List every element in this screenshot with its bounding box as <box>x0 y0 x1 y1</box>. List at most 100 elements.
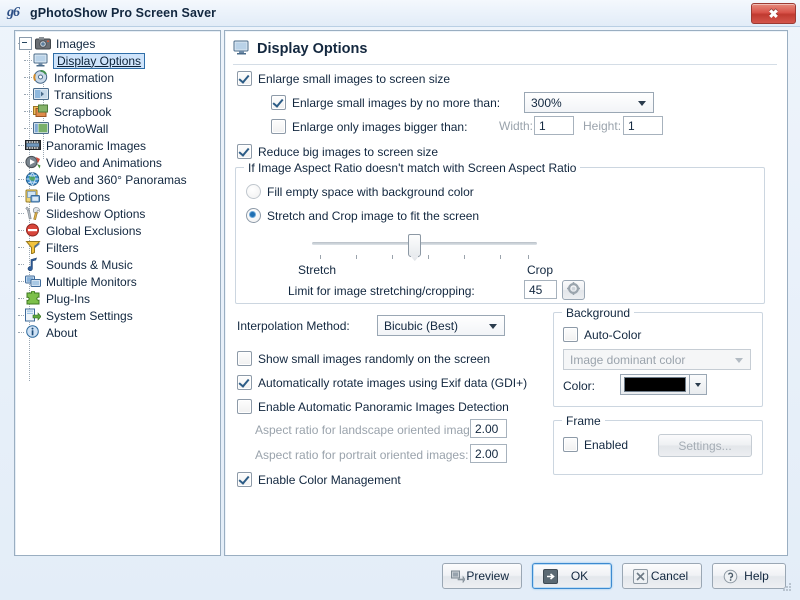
chevron-down-icon <box>695 382 701 387</box>
enlarge-percent-combo[interactable]: 300% <box>524 92 654 113</box>
stretch-crop-slider[interactable] <box>312 234 537 264</box>
frame-enabled-checkbox[interactable] <box>563 437 578 452</box>
aspect-landscape-input[interactable]: 2.00 <box>470 419 507 438</box>
enlarge-only-bigger-checkbox[interactable] <box>271 119 286 134</box>
puzzle-icon <box>25 290 41 306</box>
color-picker-button[interactable] <box>620 374 690 395</box>
sidebar-item-label: Slideshow Options <box>46 206 146 221</box>
background-group-title: Background <box>562 306 635 320</box>
panoramic-detect-row[interactable]: Enable Automatic Panoramic Images Detect… <box>237 399 509 414</box>
frame-settings-button[interactable]: Settings... <box>658 434 752 457</box>
reduce-big-checkbox[interactable] <box>237 144 252 159</box>
color-management-row[interactable]: Enable Color Management <box>237 472 401 487</box>
enlarge-only-bigger-row[interactable]: Enlarge only images bigger than: <box>271 119 467 134</box>
height-input[interactable]: 1 <box>623 116 663 135</box>
monitors-icon <box>25 274 41 289</box>
sidebar-item-global-exclusions[interactable]: Global Exclusions <box>18 222 220 239</box>
enlarge-small-row[interactable]: Enlarge small images to screen size <box>237 71 450 86</box>
funnel-icon <box>25 240 41 255</box>
dominant-color-combo[interactable]: Image dominant color <box>563 349 751 370</box>
sidebar-item-filters[interactable]: Filters <box>18 239 220 256</box>
sidebar-item-multiple-monitors[interactable]: Multiple Monitors <box>18 273 220 290</box>
photowall-icon <box>33 121 49 136</box>
sidebar-item-label: Multiple Monitors <box>46 274 137 289</box>
panoramic-detect-checkbox[interactable] <box>237 399 252 414</box>
frame-group-title: Frame <box>562 414 605 428</box>
enlarge-small-label: Enlarge small images to screen size <box>258 71 451 86</box>
sidebar-item-label: Display Options <box>53 52 146 69</box>
resize-grip[interactable] <box>781 581 793 593</box>
no-entry-icon <box>25 223 41 238</box>
auto-color-row[interactable]: Auto-Color <box>563 327 641 342</box>
reduce-big-row[interactable]: Reduce big images to screen size <box>237 144 438 159</box>
sidebar-item-file-options[interactable]: File Options <box>18 188 220 205</box>
sidebar-item-scrapbook[interactable]: Scrapbook <box>19 103 220 120</box>
preview-button[interactable]: Preview <box>442 563 522 589</box>
help-label: Help <box>744 569 769 583</box>
app-window: g6 gPhotoShow Pro Screen Saver ✖ Images D… <box>0 0 800 600</box>
width-label: Width: <box>499 119 534 133</box>
sidebar-item-information[interactable]: Information <box>19 69 220 86</box>
sidebar-item-label: Panoramic Images <box>46 138 147 153</box>
ok-button[interactable]: OK <box>532 563 612 589</box>
slider-track <box>312 242 537 245</box>
sidebar-item-about[interactable]: About <box>18 324 220 341</box>
auto-color-label: Auto-Color <box>584 327 642 342</box>
auto-rotate-checkbox[interactable] <box>237 375 252 390</box>
interpolation-combo[interactable]: Bicubic (Best) <box>377 315 505 336</box>
sidebar-item-label: File Options <box>46 189 111 204</box>
monitor-icon <box>233 40 250 58</box>
enlarge-only-bigger-label: Enlarge only images bigger than: <box>292 119 468 134</box>
aspect-portrait-input[interactable]: 2.00 <box>470 444 507 463</box>
slider-thumb[interactable] <box>408 234 422 257</box>
enlarge-no-more-row[interactable]: Enlarge small images by no more than: <box>271 95 500 110</box>
help-button[interactable]: Help <box>712 563 786 589</box>
sidebar-item-system-settings[interactable]: System Settings <box>18 307 220 324</box>
color-dropdown-button[interactable] <box>690 374 707 395</box>
color-management-checkbox[interactable] <box>237 472 252 487</box>
limit-input[interactable]: 45 <box>524 280 557 299</box>
width-input[interactable]: 1 <box>534 116 574 135</box>
sidebar-item-transitions[interactable]: Transitions <box>19 86 220 103</box>
sidebar-item-slideshow-options[interactable]: Slideshow Options <box>18 205 220 222</box>
limit-label: Limit for image stretching/cropping: <box>288 284 475 298</box>
slider-right-label: Crop <box>527 263 554 277</box>
auto-rotate-label: Automatically rotate images using Exif d… <box>258 375 528 390</box>
sidebar-item-images[interactable]: Images <box>18 35 220 52</box>
interpolation-label: Interpolation Method: <box>237 319 350 333</box>
settings-tree[interactable]: Images Display Options Information Transiti… <box>14 30 221 556</box>
enlarge-small-checkbox[interactable] <box>237 71 252 86</box>
app-logo-icon: g6 <box>7 5 20 20</box>
title-divider <box>233 64 777 65</box>
close-icon[interactable]: ✖ <box>751 3 796 24</box>
transitions-icon <box>33 87 49 102</box>
sidebar-item-panoramic-images[interactable]: Panoramic Images <box>18 137 220 154</box>
tree-collapse-icon[interactable] <box>19 37 32 50</box>
sidebar-item-photowall[interactable]: PhotoWall <box>19 120 220 137</box>
aspect-ratio-group-title: If Image Aspect Ratio doesn't match with… <box>244 161 581 175</box>
fill-empty-option[interactable]: Fill empty space with background color <box>246 184 474 199</box>
sidebar-item-label: Images <box>56 36 96 51</box>
height-label: Height: <box>583 119 622 133</box>
cancel-x-icon <box>630 568 650 584</box>
sidebar-item-sounds-music[interactable]: Sounds & Music <box>18 256 220 273</box>
auto-color-checkbox[interactable] <box>563 327 578 342</box>
limit-settings-button[interactable] <box>562 280 585 300</box>
frame-enabled-row[interactable]: Enabled <box>563 437 628 452</box>
sidebar-item-video-and-animations[interactable]: Video and Animations <box>18 154 220 171</box>
enlarge-no-more-checkbox[interactable] <box>271 95 286 110</box>
sidebar-item-web-and-360-panoramas[interactable]: Web and 360° Panoramas <box>18 171 220 188</box>
auto-rotate-row[interactable]: Automatically rotate images using Exif d… <box>237 375 527 390</box>
sidebar-item-display-options[interactable]: Display Options <box>19 52 220 69</box>
sidebar-item-label: Sounds & Music <box>46 257 133 272</box>
sidebar-item-label: Information <box>54 70 115 85</box>
preview-icon <box>450 570 466 583</box>
cancel-button[interactable]: Cancel <box>622 563 702 589</box>
stretch-crop-radio[interactable] <box>246 208 261 223</box>
stretch-crop-option[interactable]: Stretch and Crop image to fit the screen <box>246 208 479 223</box>
fill-empty-radio[interactable] <box>246 184 261 199</box>
cancel-label: Cancel <box>650 569 689 583</box>
show-random-checkbox[interactable] <box>237 351 252 366</box>
sidebar-item-plug-ins[interactable]: Plug-Ins <box>18 290 220 307</box>
show-random-row[interactable]: Show small images randomly on the screen <box>237 351 490 366</box>
